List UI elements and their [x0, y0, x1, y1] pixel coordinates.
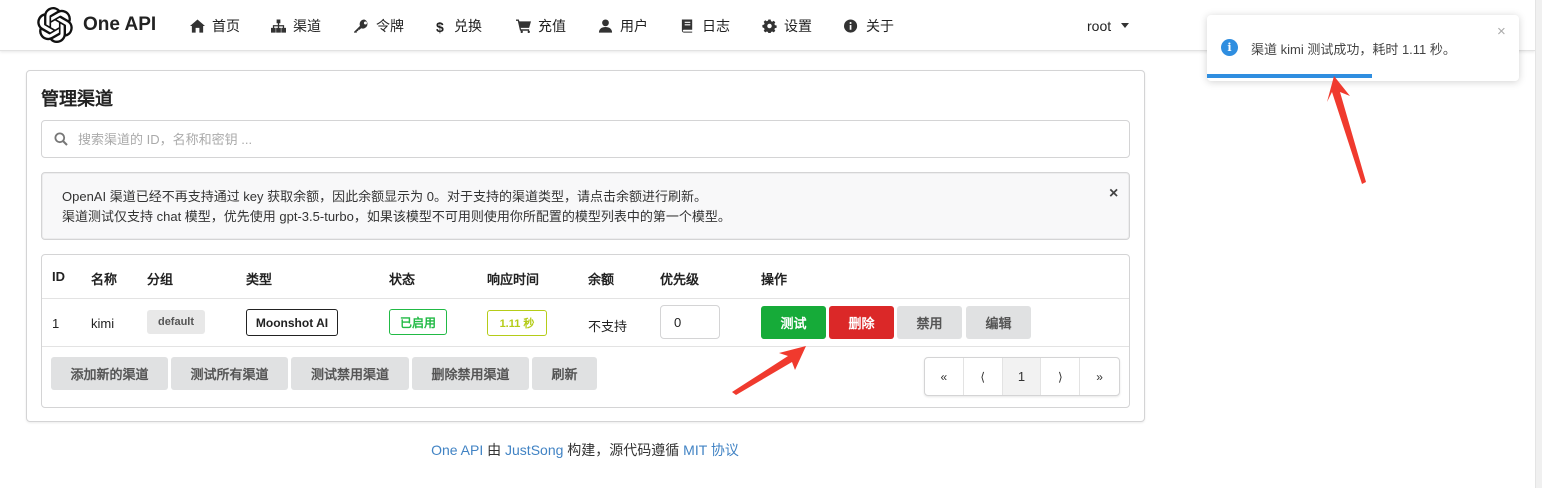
home-icon: [190, 18, 206, 33]
footer-text: 构建，源代码遵循: [563, 442, 684, 458]
nav-label: 关于: [866, 17, 894, 34]
nav-item-home[interactable]: 首页: [190, 0, 240, 51]
annotation-arrow: [1327, 76, 1366, 184]
column-header-group[interactable]: 分组: [147, 269, 173, 288]
status-badge: 已启用: [389, 309, 447, 335]
nav-label: 设置: [784, 17, 812, 34]
cart-icon: [516, 18, 532, 33]
test-all-channels-button[interactable]: 测试所有渠道: [171, 357, 288, 390]
group-badge: default: [147, 310, 205, 334]
toast-close-icon[interactable]: ×: [1497, 23, 1506, 40]
caret-down-icon: [1121, 23, 1130, 28]
page-last-button[interactable]: »: [1080, 358, 1119, 395]
brand[interactable]: One API: [37, 7, 156, 43]
footer-link-license[interactable]: MIT 协议: [683, 442, 739, 458]
user-name: root: [1087, 17, 1112, 34]
column-header-status[interactable]: 状态: [389, 269, 415, 288]
cell-id: 1: [52, 316, 60, 331]
nav-label: 充值: [538, 17, 566, 34]
response-time-badge[interactable]: 1.11 秒: [487, 310, 547, 336]
disable-button[interactable]: 禁用: [897, 306, 962, 339]
nav-label: 首页: [212, 17, 240, 34]
search-box: [41, 120, 1130, 158]
cell-name: kimi: [91, 316, 115, 331]
edit-button[interactable]: 编辑: [966, 306, 1031, 339]
column-header-priority[interactable]: 优先级: [660, 269, 699, 288]
column-header-type[interactable]: 类型: [246, 269, 272, 288]
info-icon: [844, 18, 860, 33]
key-icon: [354, 18, 370, 33]
column-header-id[interactable]: ID: [52, 269, 65, 284]
nav-label: 渠道: [293, 17, 321, 34]
page-scrollbar[interactable]: [1535, 0, 1542, 488]
nav-item-about[interactable]: 关于: [844, 0, 894, 51]
openai-logo-icon: [37, 7, 73, 43]
channels-card: 管理渠道 OpenAI 渠道已经不再支持通过 key 获取余额，因此余额显示为 …: [26, 70, 1145, 422]
page-current-button[interactable]: 1: [1002, 358, 1042, 395]
add-channel-button[interactable]: 添加新的渠道: [51, 357, 168, 390]
nav-item-tokens[interactable]: 令牌: [354, 0, 404, 51]
info-icon: i: [1221, 39, 1238, 56]
nav-label: 用户: [620, 17, 648, 34]
nav-label: 兑换: [454, 17, 482, 34]
nav-label: 令牌: [376, 17, 404, 34]
toast-progress-bar: [1207, 74, 1373, 78]
dollar-icon: $: [436, 18, 444, 35]
test-button[interactable]: 测试: [761, 306, 826, 339]
column-header-response-time[interactable]: 响应时间: [487, 269, 539, 288]
pagination: « ⟨ 1 ⟩ »: [924, 357, 1120, 396]
notice-line-1: OpenAI 渠道已经不再支持通过 key 获取余额，因此余额显示为 0。对于支…: [62, 189, 707, 204]
gear-icon: [762, 18, 778, 33]
table-row: 1 kimi default Moonshot AI 已启用 1.11 秒 不支…: [42, 299, 1129, 347]
footer-link-author[interactable]: JustSong: [505, 442, 563, 458]
page-footer: One API 由 JustSong 构建，源代码遵循 MIT 协议: [0, 440, 1170, 460]
book-icon: [680, 18, 696, 33]
notice-line-2: 渠道测试仅支持 chat 模型，优先使用 gpt-3.5-turbo，如果该模型…: [62, 209, 731, 224]
table-header: ID 名称 分组 类型 状态 响应时间 余额 优先级 操作: [42, 255, 1129, 299]
page-first-button[interactable]: «: [925, 358, 964, 395]
cell-balance[interactable]: 不支持: [588, 316, 627, 335]
brand-name: One API: [83, 14, 157, 35]
nav-item-redeem[interactable]: $ 兑换: [436, 0, 482, 51]
column-header-actions: 操作: [761, 272, 788, 287]
nav-item-topup[interactable]: 充值: [516, 0, 566, 51]
delete-disabled-channels-button[interactable]: 删除禁用渠道: [412, 357, 529, 390]
info-notice: OpenAI 渠道已经不再支持通过 key 获取余额，因此余额显示为 0。对于支…: [41, 172, 1130, 240]
column-header-name[interactable]: 名称: [91, 269, 117, 288]
nav-item-settings[interactable]: 设置: [762, 0, 812, 51]
nav-item-logs[interactable]: 日志: [680, 0, 730, 51]
type-badge: Moonshot AI: [246, 309, 338, 336]
user-dropdown[interactable]: root: [1087, 0, 1130, 51]
footer-text: 由: [483, 442, 506, 458]
priority-input[interactable]: [660, 305, 720, 339]
test-disabled-channels-button[interactable]: 测试禁用渠道: [291, 357, 409, 390]
toast-notification: i 渠道 kimi 测试成功，耗时 1.11 秒。 ×: [1207, 15, 1519, 81]
user-icon: [598, 18, 614, 33]
search-input[interactable]: [78, 121, 1118, 157]
delete-button[interactable]: 删除: [829, 306, 894, 339]
page-prev-button[interactable]: ⟨: [964, 358, 1003, 395]
toast-message: 渠道 kimi 测试成功，耗时 1.11 秒。: [1251, 42, 1456, 57]
page-title: 管理渠道: [41, 89, 113, 109]
nav-item-channels[interactable]: 渠道: [271, 0, 321, 51]
footer-link-oneapi[interactable]: One API: [431, 442, 483, 458]
notice-close-icon[interactable]: ×: [1109, 184, 1118, 204]
nav-label: 日志: [702, 17, 730, 34]
search-icon: [54, 132, 68, 146]
sitemap-icon: [271, 18, 287, 33]
nav-item-users[interactable]: 用户: [598, 0, 648, 51]
channels-table: ID 名称 分组 类型 状态 响应时间 余额 优先级 操作 1 kimi def…: [41, 254, 1130, 408]
page-next-button[interactable]: ⟩: [1041, 358, 1081, 395]
column-header-balance[interactable]: 余额: [588, 269, 614, 288]
refresh-button[interactable]: 刷新: [532, 357, 597, 390]
